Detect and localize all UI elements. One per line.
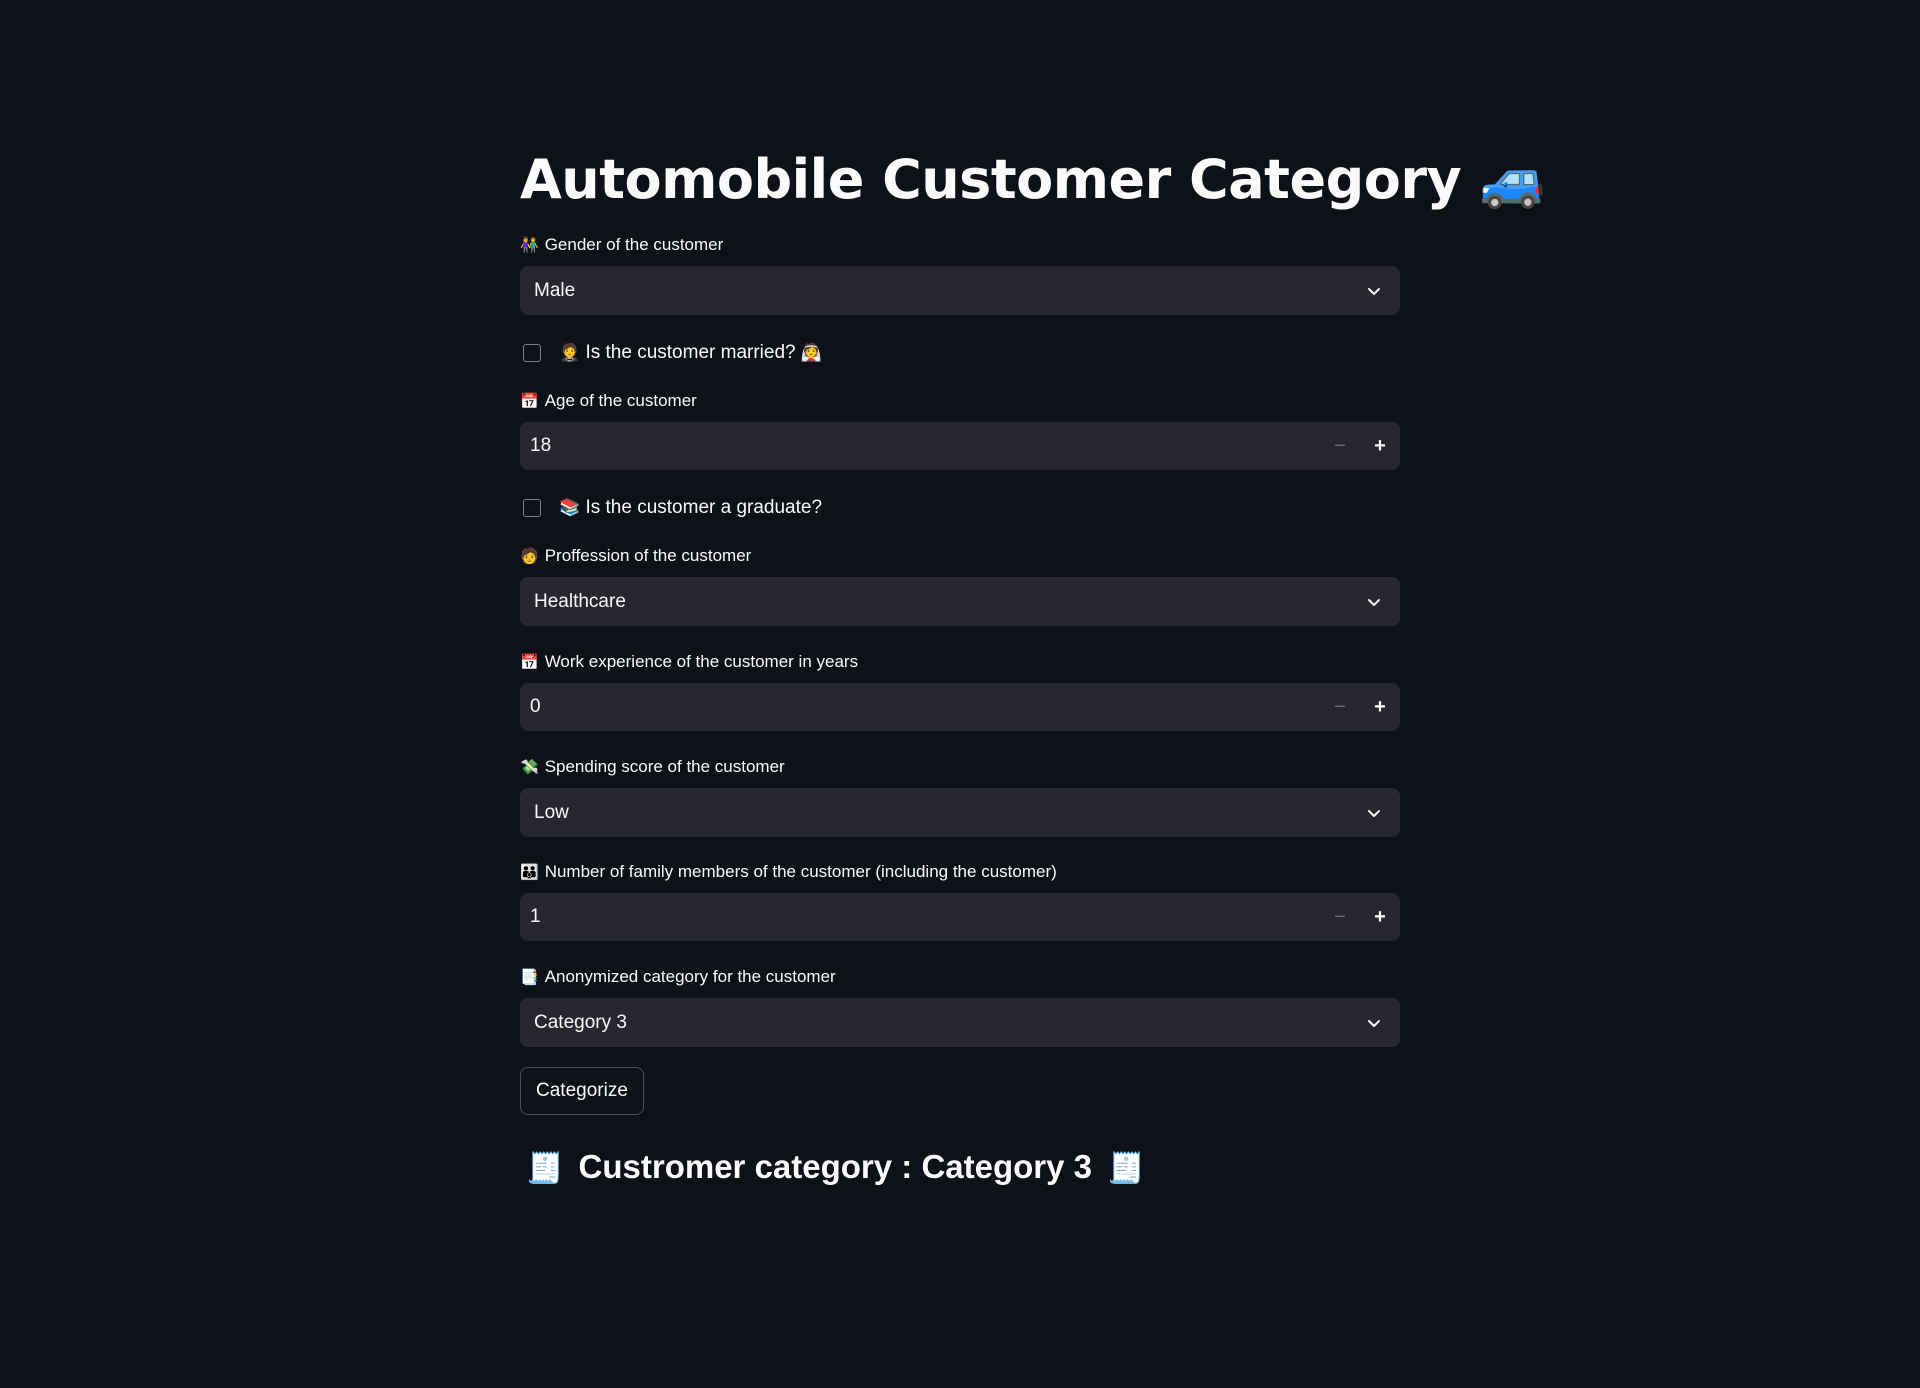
spending-selected-value: Low [534,801,569,823]
age-field: 📅 Age of the customer 18 − + [520,389,1400,470]
work-experience-decrement-button[interactable]: − [1320,683,1360,731]
work-experience-input[interactable]: 0 − + [520,683,1400,731]
married-checkbox[interactable] [523,344,541,362]
couple-icon: 👫 [520,237,539,254]
family-input[interactable]: 1 − + [520,893,1400,941]
calendar-icon: 📅 [520,393,539,410]
receipt-icon: 🧾 [526,1152,564,1185]
bookmark-tabs-icon: 📑 [520,969,539,986]
married-checkbox-row[interactable]: 🤵 Is the customer married? 👰 [520,338,822,368]
bride-icon: 👰 [800,343,823,362]
gender-field: 👫 Gender of the customer Male [520,233,1400,315]
married-label: 🤵 Is the customer married? 👰 [559,342,822,364]
category-selected-value: Category 3 [534,1011,627,1033]
age-input[interactable]: 18 − + [520,422,1400,470]
work-experience-value[interactable]: 0 [530,696,1320,718]
chevron-down-icon [1368,287,1380,295]
chevron-down-icon [1368,598,1380,606]
family-increment-button[interactable]: + [1360,893,1400,941]
age-decrement-button[interactable]: − [1320,422,1360,470]
gender-label-text: Gender of the customer [544,235,724,254]
age-increment-button[interactable]: + [1360,422,1400,470]
family-label: 👪 Number of family members of the custome… [520,860,1400,884]
work-experience-increment-button[interactable]: + [1360,683,1400,731]
chevron-down-icon [1368,809,1380,817]
money-wings-icon: 💸 [520,759,539,776]
gender-selected-value: Male [534,279,576,301]
age-label-text: Age of the customer [544,391,697,410]
spending-select[interactable]: Low [520,788,1400,837]
page-title-text: Automobile Customer Category [520,148,1462,211]
age-label: 📅 Age of the customer [520,389,1400,413]
receipt-icon: 🧾 [1107,1152,1145,1185]
profession-label-text: Proffession of the customer [544,546,752,565]
result-text: Custromer category : Category 3 [578,1148,1093,1185]
gender-select[interactable]: Male [520,266,1400,315]
graduate-checkbox-row[interactable]: 📚 Is the customer a graduate? [520,493,822,523]
family-field: 👪 Number of family members of the custome… [520,860,1400,941]
family-icon: 👪 [520,864,539,881]
category-field: 📑 Anonymized category for the customer Ca… [520,965,1400,1047]
family-label-text: Number of family members of the customer… [544,862,1057,881]
profession-label: 🧑 Proffession of the customer [520,544,1400,568]
work-experience-label: 📅 Work experience of the customer in year… [520,650,1400,674]
family-value[interactable]: 1 [530,906,1320,928]
groom-icon: 🤵 [559,343,581,362]
family-decrement-button[interactable]: − [1320,893,1360,941]
result-heading: 🧾 Custromer category : Category 3 🧾 [520,1142,1151,1194]
category-label-text: Anonymized category for the customer [544,967,836,986]
profession-select[interactable]: Healthcare [520,577,1400,626]
profession-selected-value: Healthcare [534,590,626,612]
graduate-label: 📚 Is the customer a graduate? [559,497,822,519]
category-label: 📑 Anonymized category for the customer [520,965,1400,989]
car-icon: 🚙 [1479,148,1546,211]
person-icon: 🧑 [520,548,539,565]
chevron-down-icon [1368,1019,1380,1027]
graduate-checkbox[interactable] [523,499,541,517]
calendar-icon: 📅 [520,654,539,671]
spending-label: 💸 Spending score of the customer [520,755,1400,779]
spending-label-text: Spending score of the customer [544,757,785,776]
gender-label: 👫 Gender of the customer [520,233,1400,257]
work-experience-label-text: Work experience of the customer in years [544,652,859,671]
profession-field: 🧑 Proffession of the customer Healthcare [520,544,1400,626]
work-experience-field: 📅 Work experience of the customer in year… [520,650,1400,731]
married-label-text: Is the customer married? [585,342,796,363]
age-value[interactable]: 18 [530,435,1320,457]
spending-field: 💸 Spending score of the customer Low [520,755,1400,837]
books-icon: 📚 [559,498,581,517]
graduate-label-text: Is the customer a graduate? [585,497,823,518]
category-select[interactable]: Category 3 [520,998,1400,1047]
page-title: Automobile Customer Category 🚙 [520,140,1546,220]
categorize-button[interactable]: Categorize [520,1067,644,1115]
